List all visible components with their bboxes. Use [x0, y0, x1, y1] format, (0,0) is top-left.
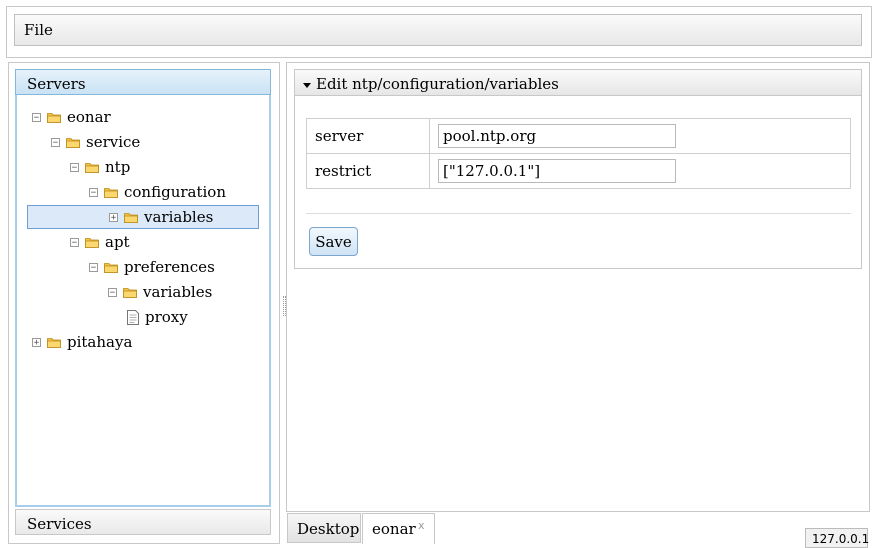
tree-node[interactable]: − eonar — [32, 105, 111, 129]
tree-node-label: preferences — [124, 258, 215, 276]
folder-icon — [85, 237, 105, 248]
collapse-icon[interactable]: − — [32, 112, 41, 122]
tree-node[interactable]: − ntp — [70, 155, 130, 179]
tree-node-label: apt — [105, 233, 130, 251]
divider — [306, 213, 851, 214]
collapse-icon[interactable]: − — [51, 137, 60, 147]
collapse-arrow-icon[interactable] — [303, 82, 311, 88]
tree-node-label: eonar — [67, 108, 111, 126]
folder-icon — [47, 337, 67, 348]
collapse-icon[interactable]: − — [70, 162, 79, 172]
tree-node-label: pitahaya — [67, 333, 133, 351]
tree-node[interactable]: − configuration — [89, 180, 226, 204]
tree-node[interactable]: − variables — [108, 280, 212, 304]
menu-file[interactable]: File — [24, 21, 53, 39]
tree-node[interactable]: + pitahaya — [32, 330, 132, 354]
status-ip: 127.0.0.1 — [805, 528, 869, 548]
tree-node[interactable]: proxy — [127, 305, 188, 329]
collapse-icon[interactable]: − — [108, 287, 117, 297]
collapse-icon[interactable]: − — [89, 262, 98, 272]
restrict-value-input[interactable] — [438, 159, 676, 183]
variables-table: server restrict — [306, 118, 851, 189]
folder-icon — [85, 162, 105, 173]
tree-node[interactable]: − service — [51, 130, 140, 154]
folder-icon — [124, 212, 144, 223]
tree-node-label: ntp — [105, 158, 131, 176]
server-tree: − eonar − service − ntp − configuration + variabl… — [15, 95, 271, 507]
folder-icon — [123, 287, 143, 298]
tree-node-label: variables — [144, 208, 214, 226]
menubar — [14, 14, 862, 46]
collapse-icon[interactable]: − — [70, 237, 79, 247]
tree-node-label: service — [86, 133, 141, 151]
tree-node[interactable]: − preferences — [89, 255, 215, 279]
folder-icon — [66, 137, 86, 148]
accordion-services-header[interactable]: Services — [15, 509, 271, 535]
variable-value-cell — [429, 153, 851, 189]
tree-node-label: variables — [143, 283, 213, 301]
tree-node-label: proxy — [145, 308, 188, 326]
save-button[interactable]: Save — [309, 227, 358, 256]
table-row: server — [306, 118, 851, 154]
variable-value-cell — [429, 118, 851, 154]
folder-icon — [104, 187, 124, 198]
close-icon[interactable]: x — [418, 519, 425, 532]
variable-key: restrict — [306, 153, 430, 189]
editor-title: Edit ntp/configuration/variables — [316, 75, 559, 93]
folder-icon — [104, 262, 124, 273]
tree-node-label: configuration — [124, 183, 226, 201]
document-icon — [127, 309, 145, 325]
accordion-servers-header[interactable]: Servers — [15, 69, 271, 95]
server-value-input[interactable] — [438, 124, 676, 148]
editor-header[interactable]: Edit ntp/configuration/variables — [294, 69, 862, 96]
table-row: restrict — [306, 153, 851, 189]
expand-icon[interactable]: + — [109, 212, 118, 222]
variable-key: server — [306, 118, 430, 154]
tab-desktop[interactable]: Desktop — [287, 513, 361, 543]
tree-node[interactable]: + variables — [27, 205, 259, 229]
expand-icon[interactable]: + — [32, 337, 41, 347]
tree-node[interactable]: − apt — [70, 230, 130, 254]
collapse-icon[interactable]: − — [89, 187, 98, 197]
folder-icon — [47, 112, 67, 123]
